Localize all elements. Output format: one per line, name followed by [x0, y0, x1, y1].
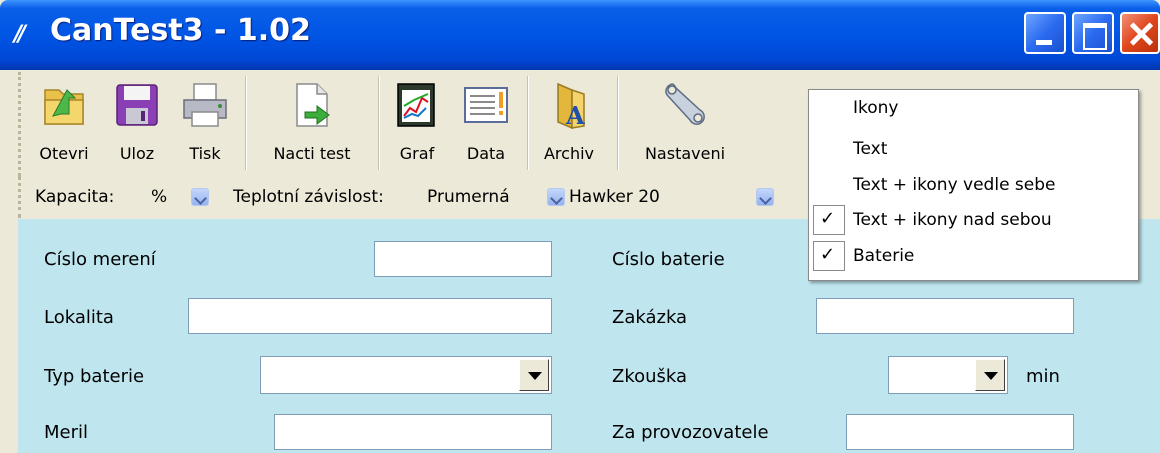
maximize-button[interactable]: [1072, 12, 1114, 54]
toolbar-separator: [527, 76, 529, 170]
min-unit-label: min: [1026, 366, 1060, 387]
cislo-mereni-field[interactable]: [374, 241, 552, 277]
open-button[interactable]: Otevri: [33, 72, 95, 176]
za-provozovatele-label: Za provozovatele: [612, 422, 769, 443]
check-icon: ✓: [813, 241, 845, 271]
battery-select-value[interactable]: Hawker 20: [569, 187, 660, 207]
load-test-label: Nacti test: [273, 144, 351, 163]
kapacita-label: Kapacita:: [35, 187, 115, 207]
menu-item-text-ikony-nad[interactable]: ✓ Text + ikony nad sebou: [809, 203, 1138, 238]
open-folder-icon: [37, 78, 91, 132]
teplota-label: Teplotní závislost:: [233, 187, 384, 207]
save-label: Uloz: [119, 144, 155, 163]
typ-baterie-select[interactable]: [260, 356, 552, 394]
data-button[interactable]: Data: [455, 72, 517, 176]
load-document-icon: [285, 78, 339, 132]
archive-folder-icon: A: [542, 78, 596, 132]
window-title: CanTest3 - 1.02: [50, 13, 311, 48]
teplota-dropdown-chevron-icon[interactable]: [547, 188, 565, 206]
svg-text:A: A: [565, 101, 585, 130]
print-label: Tisk: [189, 144, 221, 163]
teplota-value[interactable]: Prumerná: [427, 187, 510, 207]
lokalita-label: Lokalita: [44, 307, 114, 328]
app-logo-icon: //: [14, 22, 26, 47]
chevron-down-icon[interactable]: [975, 359, 1005, 391]
settings-button[interactable]: Nastaveni: [627, 72, 743, 176]
zkouska-select[interactable]: [888, 356, 1008, 394]
battery-dropdown-chevron-icon[interactable]: [756, 188, 774, 206]
data-label: Data: [466, 144, 506, 163]
toolbar-separator: [245, 76, 247, 170]
zakazka-label: Zakázka: [612, 307, 688, 328]
menu-item-label: Text + ikony nad sebou: [853, 210, 1052, 230]
menu-item-label: Ikony: [853, 98, 899, 118]
print-button[interactable]: Tisk: [179, 72, 231, 176]
menu-item-text[interactable]: Text: [809, 132, 1138, 167]
cislo-mereni-label: Císlo merení: [44, 249, 156, 270]
toolbar-separator: [617, 76, 619, 170]
title-bar[interactable]: // CanTest3 - 1.02: [0, 0, 1160, 70]
typ-baterie-label: Typ baterie: [44, 366, 145, 387]
main-toolbar: Otevri Uloz Tisk Nacti test Graf Data A …: [18, 72, 808, 176]
archive-button[interactable]: A Archiv: [537, 72, 601, 176]
menu-item-baterie[interactable]: ✓ Baterie: [809, 239, 1138, 274]
menu-item-label: Text: [853, 139, 888, 159]
settings-label: Nastaveni: [644, 144, 726, 163]
toolbar-context-menu: Ikony Text Text + ikony vedle sebe ✓ Tex…: [808, 89, 1139, 281]
lokalita-field[interactable]: [188, 298, 552, 334]
menu-item-label: Baterie: [853, 246, 915, 266]
save-button[interactable]: Uloz: [111, 72, 163, 176]
archive-label: Archiv: [543, 144, 595, 163]
graph-button[interactable]: Graf: [389, 72, 445, 176]
kapacita-value[interactable]: %: [151, 187, 167, 207]
kapacita-dropdown-chevron-icon[interactable]: [191, 188, 209, 206]
data-icon: [459, 78, 513, 132]
toolbar-separator: [378, 76, 380, 170]
minimize-button[interactable]: [1024, 12, 1066, 54]
zkouska-label: Zkouška: [612, 366, 688, 387]
check-icon: ✓: [813, 205, 845, 235]
printer-icon: [178, 78, 232, 132]
zakazka-field[interactable]: [816, 298, 1074, 334]
close-button[interactable]: [1120, 12, 1160, 54]
open-label: Otevri: [39, 144, 89, 163]
graph-icon: [390, 78, 444, 132]
cislo-baterie-label: Císlo baterie: [612, 249, 725, 270]
floppy-disk-icon: [110, 78, 164, 132]
meril-label: Meril: [44, 422, 89, 443]
menu-item-text-ikony-vedle[interactable]: Text + ikony vedle sebe: [809, 168, 1138, 203]
za-provozovatele-field[interactable]: [846, 414, 1074, 450]
chevron-down-icon[interactable]: [519, 359, 549, 391]
load-test-button[interactable]: Nacti test: [257, 72, 367, 176]
menu-item-label: Text + ikony vedle sebe: [853, 175, 1056, 195]
wrench-icon: [658, 78, 712, 132]
meril-field[interactable]: [274, 414, 552, 450]
graph-label: Graf: [399, 144, 435, 163]
filter-toolbar: Kapacita: % Teplotní závislost: Prumerná…: [18, 176, 793, 218]
